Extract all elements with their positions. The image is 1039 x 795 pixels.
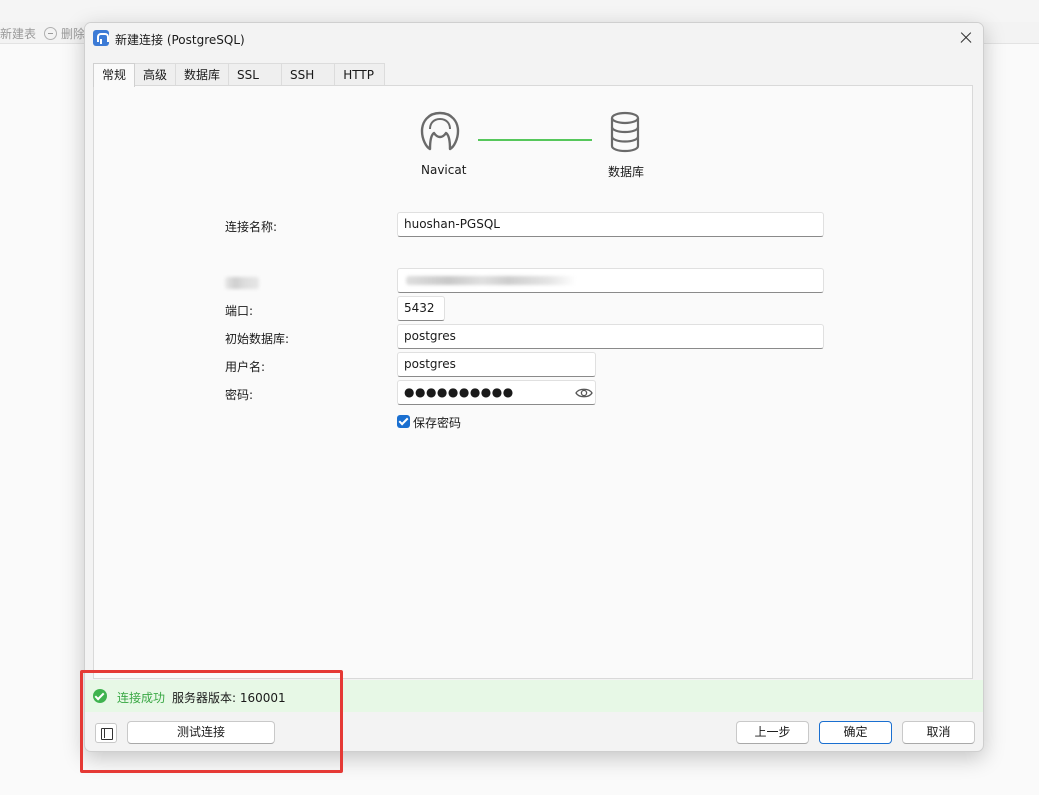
navicat-label: Navicat — [421, 163, 467, 177]
initial-database-field[interactable]: postgres — [397, 324, 824, 349]
tab-ssl[interactable]: SSL — [228, 63, 282, 86]
initial-database-label: 初始数据库: — [225, 332, 290, 346]
password-field[interactable]: ●●●●●●●●●● — [397, 380, 596, 405]
tab-http[interactable]: HTTP — [334, 63, 385, 86]
database-label: 数据库 — [608, 165, 645, 179]
minus-circle-icon — [44, 27, 57, 40]
ok-button[interactable]: 确定 — [819, 721, 892, 744]
tab-databases[interactable]: 数据库 — [175, 63, 230, 86]
tab-general[interactable]: 常规 — [93, 63, 136, 87]
host-field[interactable] — [397, 268, 824, 293]
port-label: 端口: — [225, 304, 254, 318]
username-field[interactable]: postgres — [397, 352, 596, 377]
save-password-checkbox[interactable] — [397, 415, 410, 428]
navicat-icon — [420, 111, 460, 151]
save-password-label: 保存密码 — [413, 416, 462, 430]
eye-icon[interactable] — [575, 385, 593, 401]
connection-name-label: 连接名称: — [225, 220, 278, 234]
cancel-button[interactable]: 取消 — [902, 721, 975, 744]
tab-bar: 常规 高级 数据库 SSL SSH HTTP — [93, 63, 385, 87]
delete-button[interactable]: 删除 — [44, 25, 85, 42]
annotation-highlight-box — [80, 670, 343, 773]
database-icon — [610, 111, 640, 153]
delete-label: 删除 — [61, 27, 86, 41]
password-label: 密码: — [225, 388, 254, 402]
new-table-label: 新建表 — [0, 27, 37, 41]
new-table-button[interactable]: 新建表 — [0, 25, 36, 42]
new-connection-dialog: 新建连接 (PostgreSQL) 常规 高级 数据库 SSL SSH HTTP… — [84, 22, 984, 752]
close-button[interactable] — [955, 27, 977, 49]
navicat-app-icon — [93, 30, 109, 46]
connection-name-field[interactable]: huoshan-PGSQL — [397, 212, 824, 237]
host-label-redacted — [225, 277, 259, 289]
dialog-title: 新建连接 (PostgreSQL) — [115, 33, 245, 47]
host-value-redacted — [406, 276, 576, 285]
previous-button[interactable]: 上一步 — [736, 721, 809, 744]
dialog-titlebar[interactable]: 新建连接 (PostgreSQL) — [85, 23, 983, 53]
username-label: 用户名: — [225, 360, 266, 374]
port-field[interactable]: 5432 — [397, 296, 445, 321]
tab-ssh[interactable]: SSH — [280, 63, 336, 86]
password-value: ●●●●●●●●●● — [404, 385, 514, 399]
tab-advanced[interactable]: 高级 — [134, 63, 177, 86]
connection-line — [478, 139, 592, 141]
